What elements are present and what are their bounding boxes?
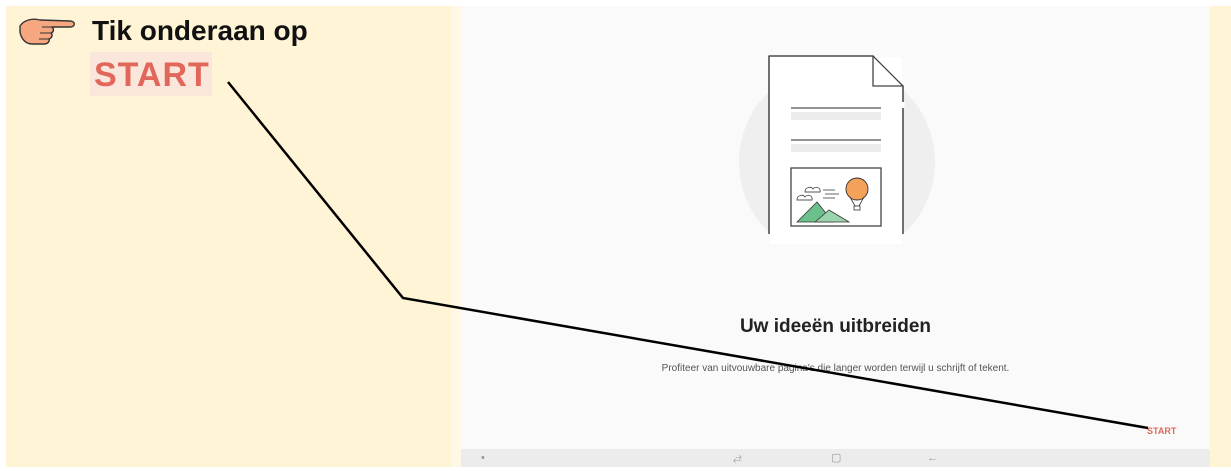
app-screen: Uw ideeën uitbreiden Profiteer van uitvo… [461,6,1210,467]
onboarding-description: Profiteer van uitvouwbare pagina's die l… [661,363,1010,374]
start-button[interactable]: START [1147,426,1176,436]
dot-icon: • [481,452,485,464]
panel-divider [451,6,461,467]
document-illustration [739,55,935,244]
right-margin-strip [1210,6,1231,467]
back-icon[interactable]: ← [927,450,938,466]
pointing-hand-icon [19,18,75,45]
home-icon[interactable]: ▢ [831,450,841,466]
instruction-panel [6,6,451,467]
start-highlight-label: START [94,56,210,94]
instruction-text: Tik onderaan op [92,15,308,46]
onboarding-title: Uw ideeën uitbreiden [739,316,932,337]
recent-apps-icon[interactable]: ⥄ [733,450,742,466]
navigation-bar: • ⥄ ▢ ← [461,449,1210,467]
